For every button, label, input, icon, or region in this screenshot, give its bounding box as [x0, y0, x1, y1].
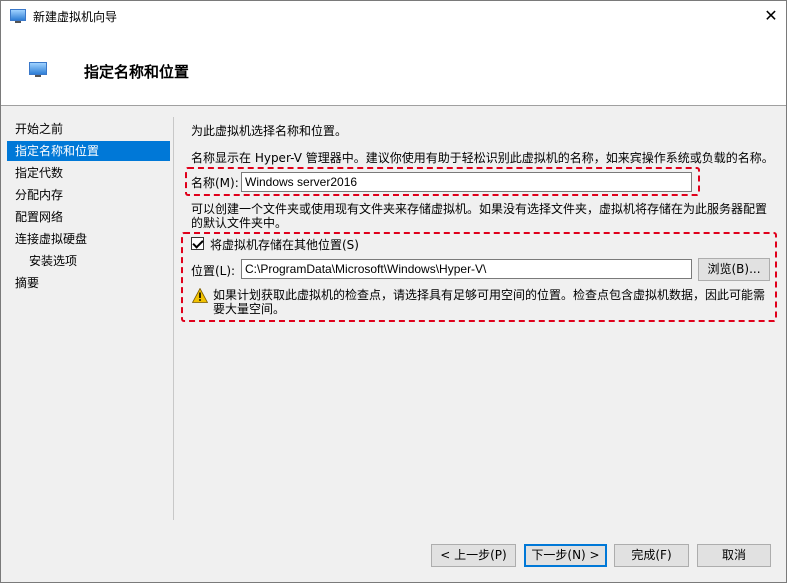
page-title: 指定名称和位置 [84, 63, 190, 81]
cancel-button[interactable]: 取消 [697, 544, 771, 567]
location-label: 位置(L): [191, 264, 236, 278]
intro-text: 为此虚拟机选择名称和位置。 [191, 124, 348, 138]
wizard-window: 新建虚拟机向导 ✕ 指定名称和位置 开始之前 指定名称和位置 指定代数 分配内存… [0, 0, 787, 583]
store-elsewhere-checkbox[interactable] [191, 237, 204, 250]
nav-item-name-location[interactable]: 指定名称和位置 [7, 141, 170, 161]
name-input[interactable]: Windows server2016 [241, 172, 692, 192]
name-label: 名称(M): [191, 176, 239, 190]
finish-button[interactable]: 完成(F) [614, 544, 689, 567]
next-button[interactable]: 下一步(N) > [524, 544, 607, 567]
store-elsewhere-label[interactable]: 将虚拟机存储在其他位置(S) [210, 238, 359, 252]
nav-item-install-options[interactable]: 安装选项 [7, 251, 170, 271]
hyper-v-monitor-icon [29, 62, 47, 77]
title-bar: 新建虚拟机向导 ✕ [1, 1, 786, 31]
nav-item-before-you-begin[interactable]: 开始之前 [7, 119, 170, 139]
hyper-v-monitor-icon [10, 9, 26, 23]
previous-button[interactable]: < 上一步(P) [431, 544, 516, 567]
sidebar-divider [173, 117, 174, 520]
folder-help-text: 可以创建一个文件夹或使用现有文件夹来存储虚拟机。如果没有选择文件夹，虚拟机将存储… [191, 202, 768, 230]
location-input[interactable]: C:\ProgramData\Microsoft\Windows\Hyper-V… [241, 259, 692, 279]
nav-item-summary[interactable]: 摘要 [7, 273, 170, 293]
wizard-header: 指定名称和位置 [1, 31, 786, 105]
browse-button[interactable]: 浏览(B)... [698, 258, 770, 281]
nav-item-memory[interactable]: 分配内存 [7, 185, 170, 205]
nav-item-network[interactable]: 配置网络 [7, 207, 170, 227]
wizard-steps-nav: 开始之前 指定名称和位置 指定代数 分配内存 配置网络 连接虚拟硬盘 安装选项 … [1, 117, 172, 517]
nav-item-virtual-disk[interactable]: 连接虚拟硬盘 [7, 229, 170, 249]
window-title: 新建虚拟机向导 [33, 10, 118, 24]
warning-text: 如果计划获取此虚拟机的检查点，请选择具有足够可用空间的位置。检查点包含虚拟机数据… [213, 288, 766, 316]
close-button[interactable]: ✕ [757, 3, 785, 29]
name-help-text: 名称显示在 Hyper-V 管理器中。建议你使用有助于轻松识别此虚拟机的名称，如… [191, 151, 771, 165]
nav-item-generation[interactable]: 指定代数 [7, 163, 170, 183]
warning-icon [192, 288, 208, 303]
